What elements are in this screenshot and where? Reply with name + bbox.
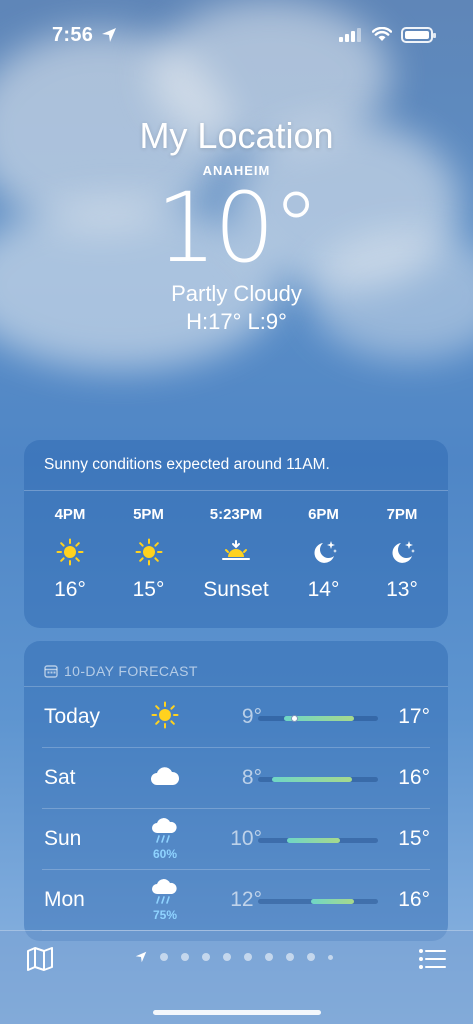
page-dot xyxy=(328,954,333,960)
wifi-icon xyxy=(372,27,392,41)
hour-label: 5PM xyxy=(133,506,164,523)
page-dot xyxy=(244,953,252,961)
high-temp: 16° xyxy=(398,888,430,911)
temp-range-fill xyxy=(286,838,340,843)
cloud-icon xyxy=(149,764,181,793)
cloud-rain-icon xyxy=(150,878,180,910)
hour-item: 5PM 15° xyxy=(113,506,185,602)
sun-icon xyxy=(34,526,106,578)
hour-label: 5:23PM xyxy=(209,506,263,523)
current-temperature: 10° xyxy=(155,172,320,284)
page-dot xyxy=(307,953,315,961)
location-title: My Location xyxy=(139,115,334,156)
day-name: Mon xyxy=(44,888,85,911)
low-temp: 12° xyxy=(230,888,262,911)
temp-range-fill xyxy=(272,777,352,782)
low-temp: 10° xyxy=(230,827,262,850)
precip-chance: 60% xyxy=(152,846,178,861)
temp-range-bar xyxy=(258,899,378,904)
hour-temp: 14° xyxy=(307,578,340,601)
ten-day-forecast-card[interactable]: 10-DAY FORECAST Today 9° 17° Sat 8° 16° … xyxy=(24,641,448,941)
bottom-toolbar xyxy=(0,930,473,1024)
hour-item: 6PM 14° xyxy=(288,506,360,602)
ten-day-forecast-header: 10-DAY FORECAST xyxy=(24,641,448,687)
sun-icon xyxy=(113,526,185,578)
day-row[interactable]: Today 9° 17° xyxy=(42,687,430,748)
day-row[interactable]: Sat 8° 16° xyxy=(42,748,430,809)
page-dot xyxy=(160,953,168,961)
list-icon[interactable] xyxy=(418,948,446,970)
page-dot xyxy=(265,953,273,961)
status-bar: 7:56 xyxy=(0,0,473,60)
temp-range-bar xyxy=(258,838,378,843)
page-dot xyxy=(223,953,231,961)
hour-label: 6PM xyxy=(308,506,339,523)
hourly-forecast-card[interactable]: Sunny conditions expected around 11AM. 4… xyxy=(24,440,448,628)
location-arrow-icon xyxy=(135,951,147,963)
sun-icon xyxy=(151,701,179,734)
cellular-signal-icon xyxy=(339,28,361,42)
page-indicator[interactable] xyxy=(135,951,346,963)
ten-day-forecast-title: 10-DAY FORECAST xyxy=(64,662,198,679)
current-condition: Partly Cloudy xyxy=(171,281,302,306)
calendar-icon xyxy=(44,664,58,678)
day-row[interactable]: Sun 60% 10° 15° xyxy=(42,809,430,870)
hour-label: 7PM xyxy=(386,506,418,523)
temp-range-bar xyxy=(258,715,378,722)
current-temp-marker xyxy=(291,715,298,722)
battery-icon xyxy=(401,27,436,43)
high-temp: 16° xyxy=(398,766,430,789)
hour-item: 7PM 13° xyxy=(366,506,438,602)
hour-label: 4PM xyxy=(54,506,86,523)
precip-chance: 75% xyxy=(152,907,178,922)
day-name: Today xyxy=(44,705,101,728)
cloud-rain-icon xyxy=(150,817,180,849)
hour-item: 5:23PM Sunset xyxy=(191,506,281,602)
moon-stars-icon xyxy=(288,526,360,578)
temp-range-bar xyxy=(258,777,378,782)
low-temp: 9° xyxy=(241,705,262,728)
day-name: Sat xyxy=(44,766,76,789)
hour-temp: 13° xyxy=(386,578,418,601)
day-name: Sun xyxy=(44,827,82,850)
sunset-icon xyxy=(191,526,281,578)
status-time: 7:56 xyxy=(52,24,94,46)
page-dot xyxy=(286,953,294,961)
high-low-temperature: H:17° L:9° xyxy=(186,309,287,334)
page-dot xyxy=(181,953,189,961)
high-temp: 17° xyxy=(398,705,430,728)
hourly-summary: Sunny conditions expected around 11AM. xyxy=(24,440,448,491)
temp-range-fill xyxy=(310,899,354,904)
home-indicator xyxy=(153,1010,321,1015)
page-dot xyxy=(202,953,210,961)
moon-stars-icon xyxy=(366,526,438,578)
location-arrow-icon xyxy=(102,28,116,42)
current-weather-header: My Location ANAHEIM 10° Partly Cloudy H:… xyxy=(0,115,473,335)
high-temp: 15° xyxy=(398,827,430,850)
map-icon[interactable] xyxy=(26,947,54,971)
day-row[interactable]: Mon 75% 12° 16° xyxy=(42,870,430,931)
day-list: Today 9° 17° Sat 8° 16° Sun 60% 10° 15° … xyxy=(24,687,448,931)
hourly-list[interactable]: 4PM 16° 5PM 15° 5:23PM Sunset 6PM 14° 7P… xyxy=(34,506,438,602)
hour-item: 4PM 16° xyxy=(34,506,106,602)
low-temp: 8° xyxy=(241,766,262,789)
hour-temp: 16° xyxy=(54,578,86,601)
hour-temp: Sunset xyxy=(203,578,269,601)
hour-temp: 15° xyxy=(132,578,165,601)
